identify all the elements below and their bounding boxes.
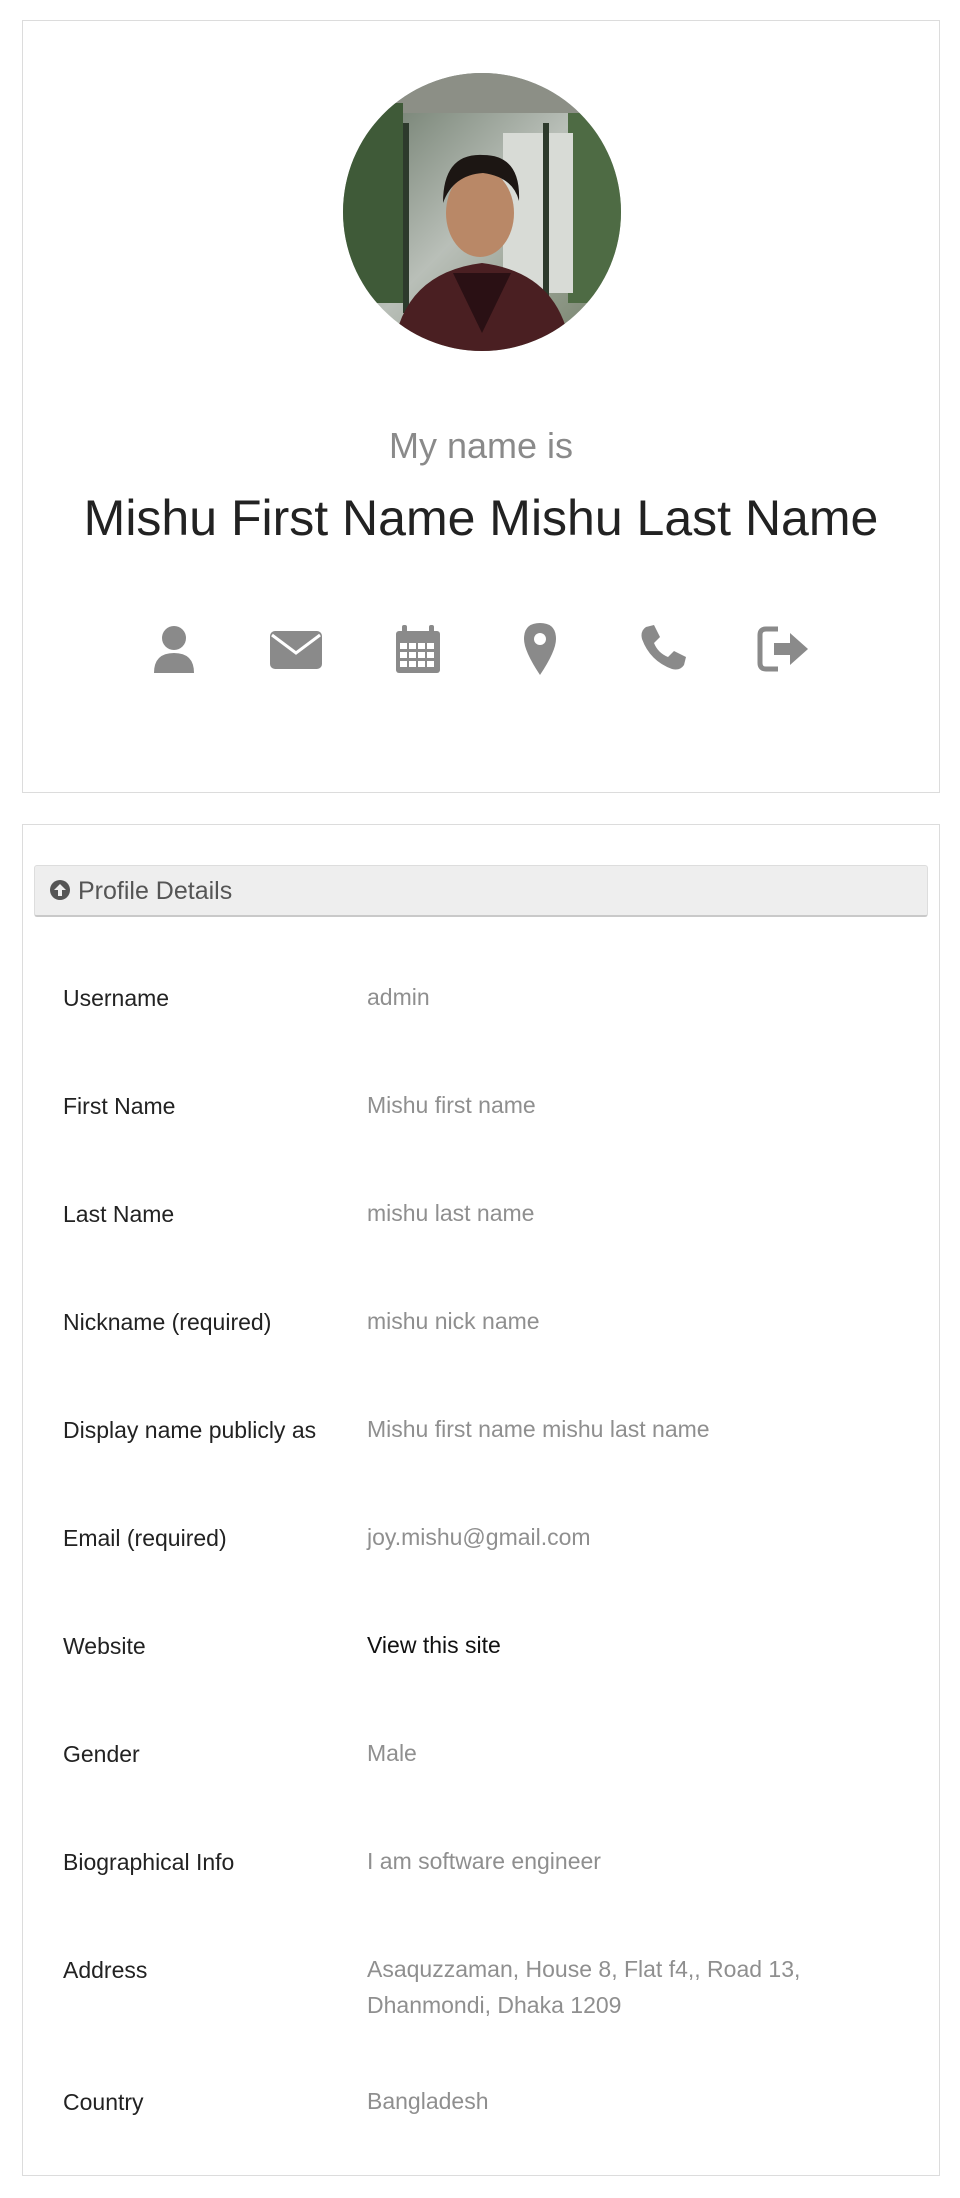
row-value: Bangladesh (367, 2088, 489, 2114)
row-label: Nickname (required) (63, 1309, 272, 1335)
sign-out-icon[interactable] (754, 619, 814, 679)
row-value: mishu last name (367, 1200, 535, 1226)
row-value: admin (367, 984, 430, 1010)
row-label: Display name publicly as (63, 1417, 317, 1443)
avatar (343, 73, 621, 351)
calendar-icon[interactable] (388, 619, 448, 679)
row-label: First Name (63, 1093, 176, 1119)
row-label: Website (63, 1633, 146, 1659)
row-value: I am software engineer (367, 1848, 601, 1874)
row-value: Mishu first name mishu last name (367, 1416, 710, 1442)
intro-text: My name is (388, 425, 574, 466)
full-name: Mishu First Name Mishu Last Name (83, 490, 879, 546)
row-label: Address (63, 1957, 148, 1983)
website-link[interactable]: View this site (367, 1627, 887, 1663)
map-marker-icon[interactable] (510, 619, 570, 679)
row-value: mishu nick name (367, 1308, 540, 1334)
avatar-photo (343, 73, 621, 351)
phone-icon[interactable] (632, 619, 692, 679)
section-title: Profile Details (78, 877, 233, 905)
row-label: Last Name (63, 1201, 175, 1227)
profile-card: My name is Mishu First Name Mishu Last N… (22, 20, 940, 793)
row-label: Username (63, 985, 170, 1011)
row-value: Mishu first name (367, 1092, 536, 1118)
profile-details-card: Profile Details Username admin First Nam… (22, 824, 940, 2176)
row-label: Biographical Info (63, 1849, 235, 1875)
envelope-icon[interactable] (266, 619, 326, 679)
user-icon[interactable] (144, 619, 204, 679)
arrow-circle-up-icon (50, 880, 70, 900)
row-label: Country (63, 2089, 144, 2115)
profile-details-toggle[interactable]: Profile Details (34, 865, 928, 917)
row-value: Asaquzzaman, House 8, Flat f4,, Road 13,… (367, 1956, 801, 2018)
row-label: Gender (63, 1741, 140, 1767)
row-label: Email (required) (63, 1525, 227, 1551)
row-value: joy.mishu@gmail.com (367, 1524, 591, 1550)
row-value: Male (367, 1740, 417, 1766)
